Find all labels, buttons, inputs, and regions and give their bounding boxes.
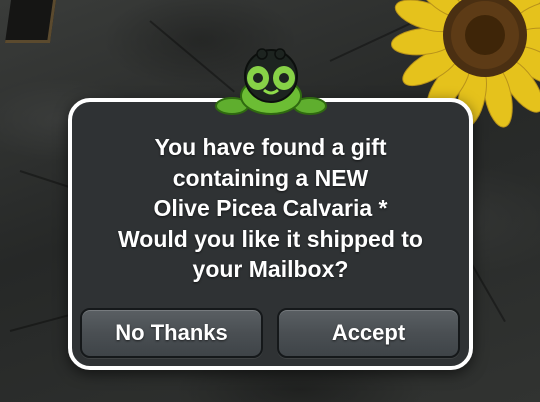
game-scene: You have found a gift containing a NEW O… bbox=[0, 0, 540, 402]
film-strip-icon bbox=[4, 0, 57, 43]
stone-crack bbox=[469, 260, 506, 323]
message-line: containing a NEW bbox=[172, 164, 369, 191]
message-line: Would you like it shipped to bbox=[118, 225, 423, 252]
message-line: Olive Picea Calvaria * bbox=[153, 195, 388, 221]
gift-dialog: You have found a gift containing a NEW O… bbox=[68, 98, 473, 370]
message-line: your Mailbox? bbox=[192, 256, 349, 282]
stone-crack bbox=[9, 314, 69, 332]
no-thanks-button[interactable]: No Thanks bbox=[80, 308, 263, 358]
accept-button[interactable]: Accept bbox=[277, 308, 460, 358]
gift-message: You have found a gift containing a NEW O… bbox=[72, 132, 469, 285]
frog-mascot-icon bbox=[215, 48, 327, 115]
message-line: You have found a gift bbox=[154, 134, 387, 160]
